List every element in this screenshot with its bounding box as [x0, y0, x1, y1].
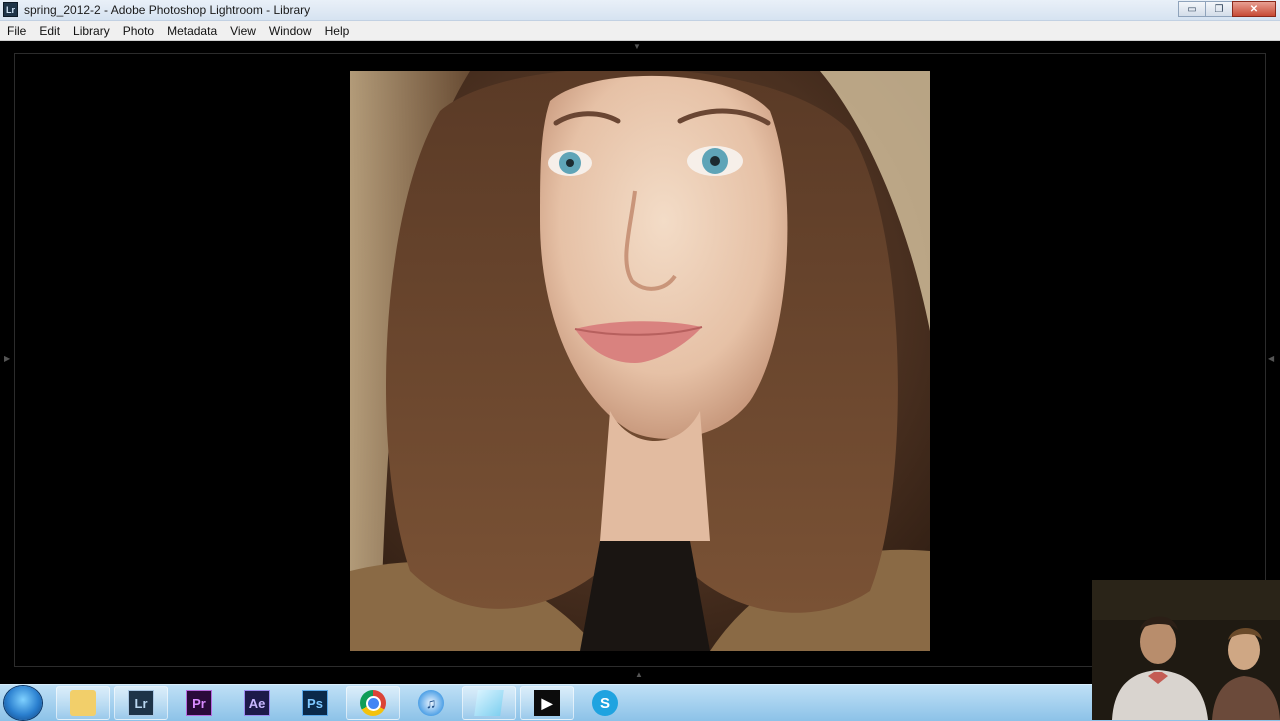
bottom-panel-toggle-icon[interactable]: ▲ [635, 671, 643, 679]
skype-icon: S [592, 690, 618, 716]
notes-icon [474, 690, 504, 716]
menu-metadata[interactable]: Metadata [161, 24, 223, 38]
folder-icon [70, 690, 96, 716]
chrome-icon [360, 690, 386, 716]
webcam-image [1092, 580, 1280, 720]
taskbar-notes[interactable] [462, 686, 516, 720]
menu-photo[interactable]: Photo [117, 24, 160, 38]
play-icon: ▶ [534, 690, 560, 716]
lightroom-app-icon[interactable]: Lr [3, 2, 18, 17]
webcam-overlay [1092, 580, 1280, 720]
right-panel-toggle-icon[interactable]: ◀ [1268, 355, 1274, 363]
start-button[interactable] [4, 686, 42, 720]
menu-edit[interactable]: Edit [33, 24, 66, 38]
window-title-bar[interactable]: Lr spring_2012-2 - Adobe Photoshop Light… [0, 0, 1280, 21]
taskbar-skype[interactable]: S [578, 686, 632, 720]
left-panel-toggle-icon[interactable]: ▶ [4, 355, 10, 363]
windows-taskbar: Lr Pr Ae Ps ♫ ▶ S [0, 684, 1280, 721]
itunes-icon: ♫ [418, 690, 444, 716]
close-button[interactable]: ✕ [1232, 1, 1276, 17]
taskbar-chrome[interactable] [346, 686, 400, 720]
menu-file[interactable]: File [1, 24, 32, 38]
menu-help[interactable]: Help [319, 24, 356, 38]
minimize-button[interactable]: ▭ [1178, 1, 1206, 17]
menu-view[interactable]: View [224, 24, 262, 38]
taskbar-after-effects[interactable]: Ae [230, 686, 284, 720]
taskbar-premiere[interactable]: Pr [172, 686, 226, 720]
taskbar-lightroom[interactable]: Lr [114, 686, 168, 720]
window-controls: ▭ ❐ ✕ [1178, 1, 1276, 17]
maximize-button[interactable]: ❐ [1205, 1, 1233, 17]
portrait-image [350, 71, 930, 651]
taskbar-itunes[interactable]: ♫ [404, 686, 458, 720]
portrait-photo[interactable] [350, 71, 930, 651]
menu-window[interactable]: Window [263, 24, 318, 38]
window-title: spring_2012-2 - Adobe Photoshop Lightroo… [24, 3, 311, 17]
lightroom-icon: Lr [128, 690, 154, 716]
taskbar-media-player[interactable]: ▶ [520, 686, 574, 720]
photoshop-icon: Ps [302, 690, 328, 716]
menu-library[interactable]: Library [67, 24, 116, 38]
taskbar-photoshop[interactable]: Ps [288, 686, 342, 720]
menu-bar: File Edit Library Photo Metadata View Wi… [0, 21, 1280, 41]
after-effects-icon: Ae [244, 690, 270, 716]
top-panel-toggle-icon[interactable]: ▼ [633, 43, 641, 51]
premiere-icon: Pr [186, 690, 212, 716]
taskbar-explorer[interactable] [56, 686, 110, 720]
